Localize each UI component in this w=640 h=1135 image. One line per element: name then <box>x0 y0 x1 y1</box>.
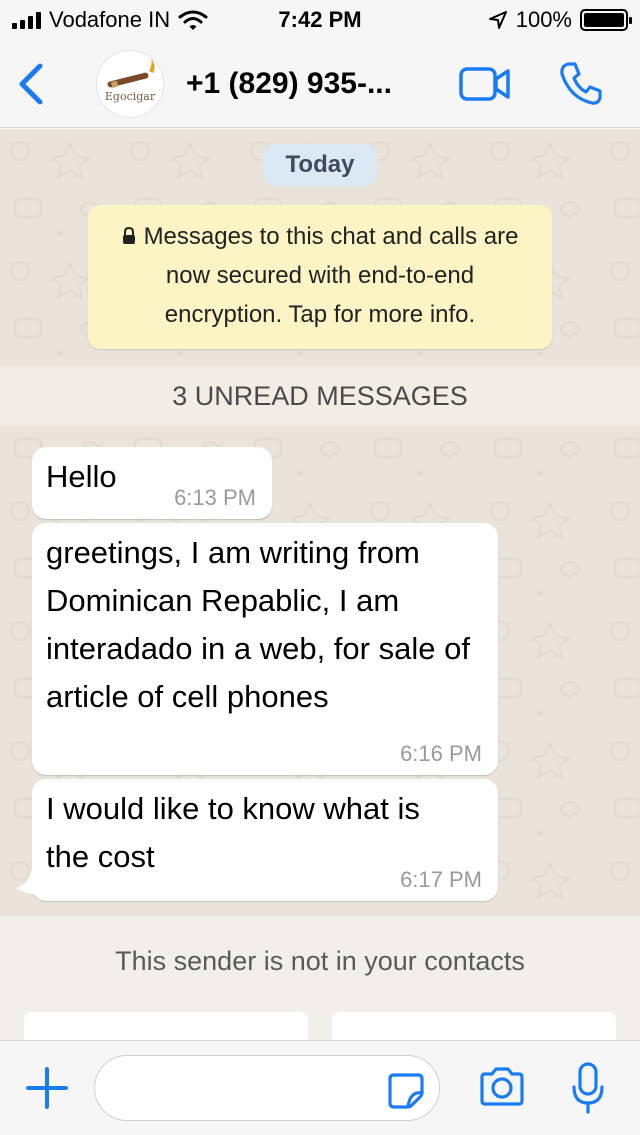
message-text: greetings, I am writing from Dominican R… <box>46 535 470 714</box>
video-camera-icon[interactable] <box>458 64 512 104</box>
contact-name[interactable]: +1 (829) 935-... <box>186 67 436 101</box>
unknown-sender-notice: This sender is not in your contacts <box>0 916 640 1052</box>
bubble-tail <box>16 868 44 895</box>
battery-percent: 100% <box>515 7 572 32</box>
avatar-brand-text: Egocigar <box>104 90 156 103</box>
encryption-notice-text: Messages to this chat and calls are now … <box>143 223 519 328</box>
message-bubble-1[interactable]: Hello 6:13 PM <box>32 447 272 519</box>
unknown-sender-text: This sender is not in your contacts <box>115 946 525 976</box>
lock-icon <box>122 218 136 244</box>
phone-icon[interactable] <box>556 58 606 108</box>
sticker-icon[interactable] <box>386 1071 426 1111</box>
message-bubble-2[interactable]: greetings, I am writing from Dominican R… <box>32 523 498 775</box>
back-chevron-icon[interactable] <box>14 60 48 108</box>
status-right: 100% <box>488 7 632 33</box>
message-bubble-3[interactable]: I would like to know what is the cost 6:… <box>32 779 498 901</box>
chat-header: Egocigar +1 (829) 935-... <box>0 40 640 128</box>
battery-icon <box>580 9 632 31</box>
location-arrow-icon <box>488 11 507 29</box>
unread-messages-bar: 3 UNREAD MESSAGES <box>0 366 640 426</box>
message-input-bar <box>0 1040 640 1135</box>
chat-area[interactable]: Today Messages to this chat and calls ar… <box>0 129 640 916</box>
status-bar: Vodafone IN 7:42 PM 100% <box>0 0 640 40</box>
contact-avatar[interactable]: Egocigar <box>96 50 164 118</box>
message-text: Hello <box>46 459 117 494</box>
message-time: 6:13 PM <box>174 485 256 510</box>
camera-icon[interactable] <box>478 1065 526 1109</box>
plus-icon[interactable] <box>24 1065 70 1111</box>
message-time: 6:16 PM <box>400 741 482 766</box>
microphone-icon[interactable] <box>570 1061 606 1115</box>
message-time: 6:17 PM <box>400 867 482 892</box>
encryption-notice[interactable]: Messages to this chat and calls are now … <box>88 205 552 349</box>
date-chip: Today <box>263 144 377 186</box>
